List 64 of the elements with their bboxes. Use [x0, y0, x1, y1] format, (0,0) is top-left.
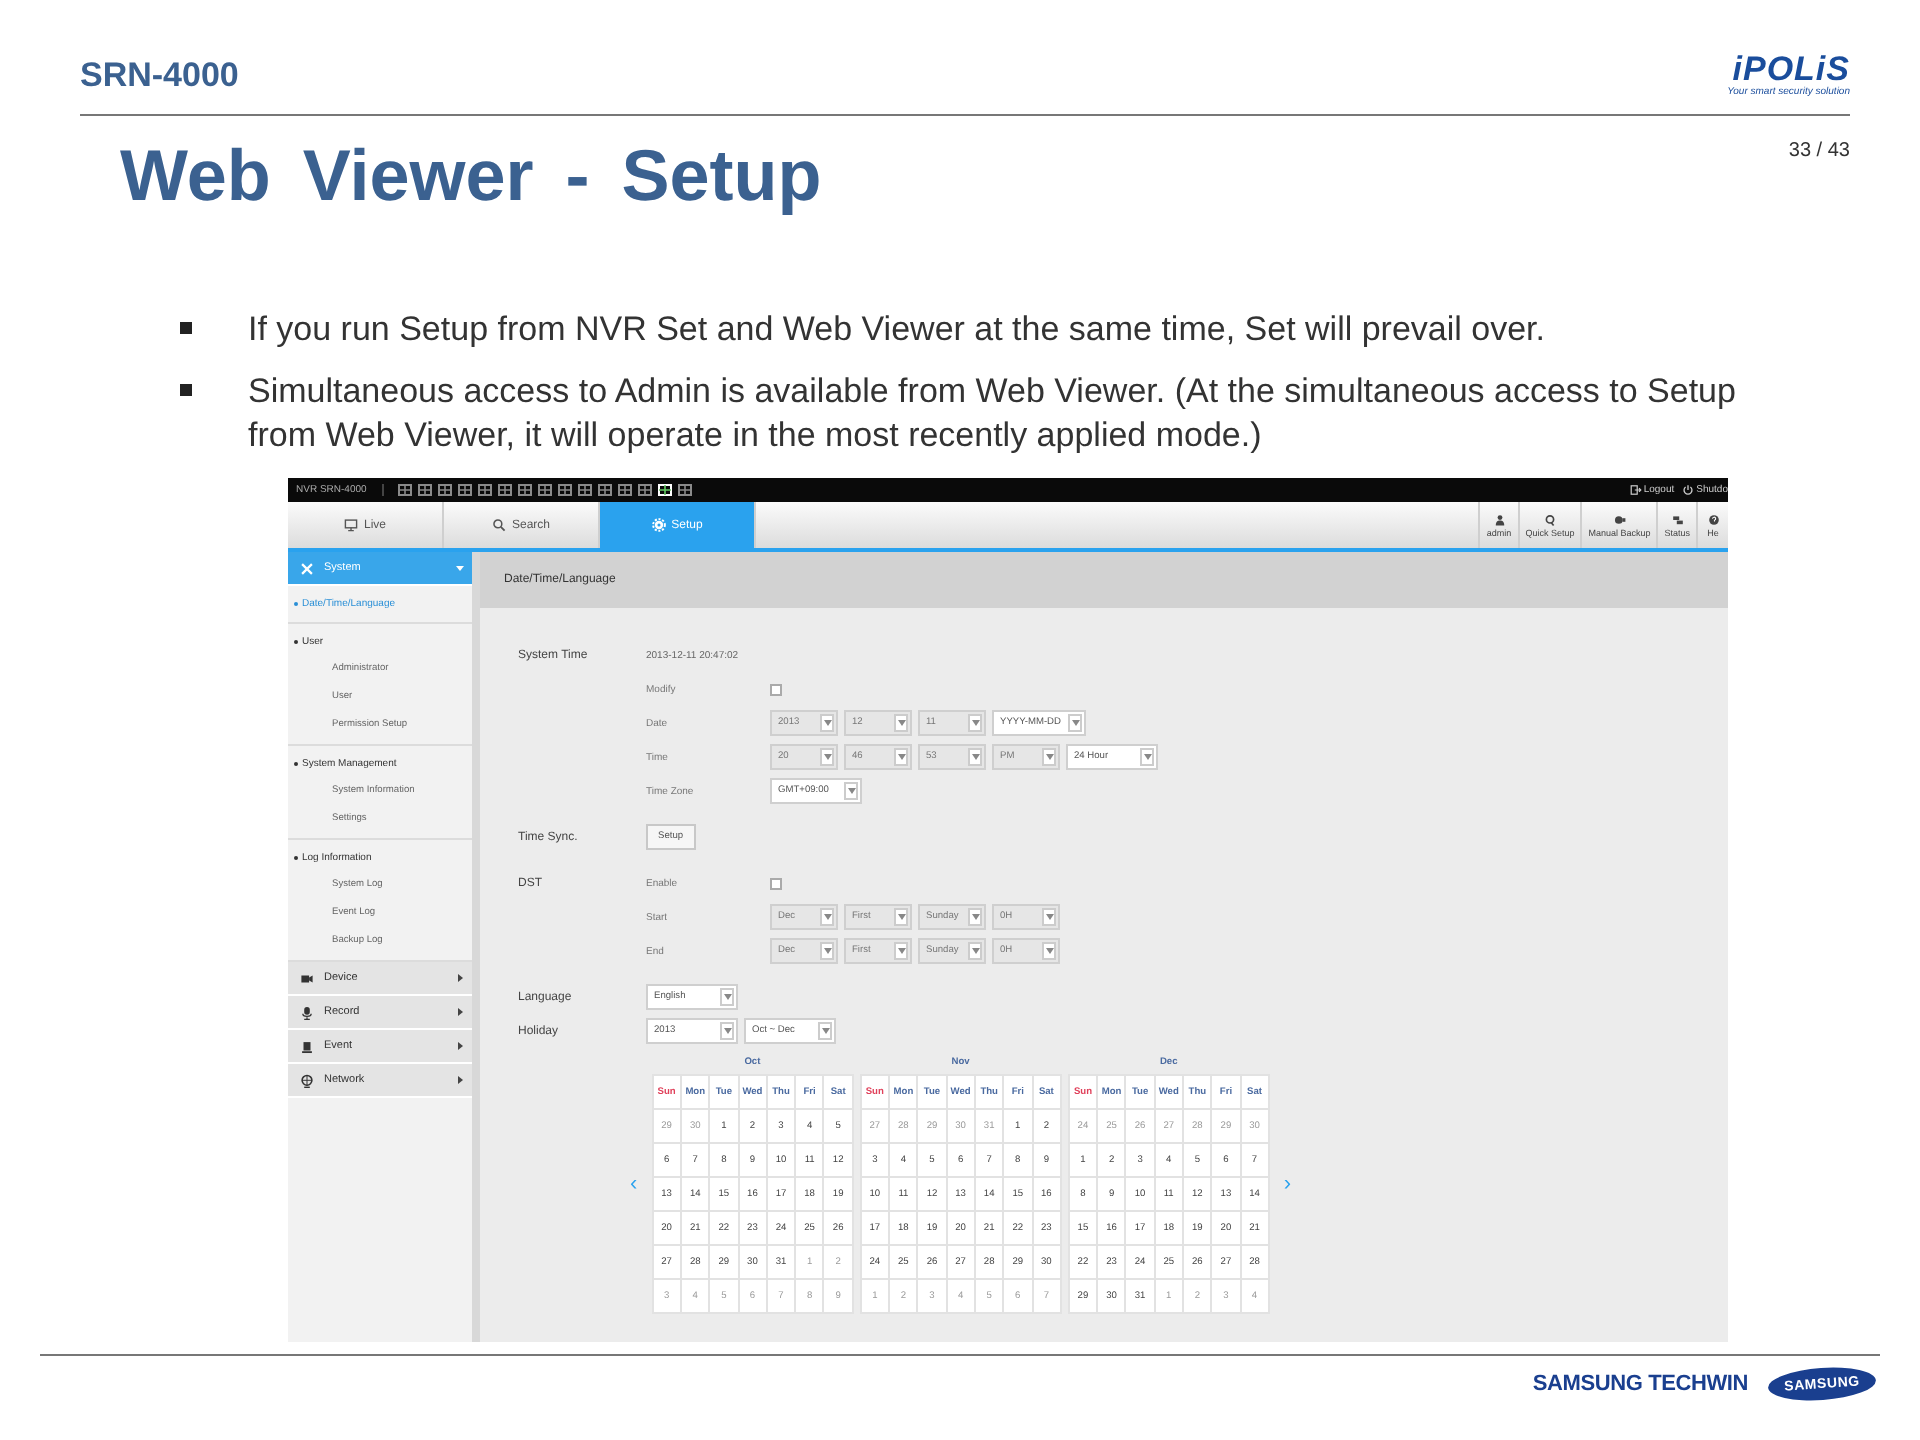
- caret-icon: [971, 720, 979, 726]
- tools-icon: [300, 561, 314, 575]
- screen-layout-icon[interactable]: [398, 484, 413, 496]
- person-icon: [1493, 513, 1506, 525]
- screen-layout-icon[interactable]: [438, 484, 453, 496]
- caret-icon: [823, 754, 831, 760]
- checkbox[interactable]: [770, 683, 782, 695]
- caret-icon: [823, 948, 831, 954]
- caret-icon: [456, 564, 464, 572]
- screen-layout-icon[interactable]: [578, 484, 593, 496]
- screen-layout-icon[interactable]: [638, 484, 653, 496]
- magnifier-icon: [1543, 513, 1556, 525]
- model-name: SRN-4000: [80, 56, 239, 98]
- caret-icon: [897, 948, 905, 954]
- caret-icon: [723, 1028, 731, 1034]
- caret-icon: [821, 1028, 829, 1034]
- settings-icon: [651, 518, 666, 532]
- help-icon: [1707, 513, 1719, 525]
- caret-icon: [971, 948, 979, 954]
- caret-icon: [1045, 914, 1053, 920]
- caret-icon: [1045, 948, 1053, 954]
- caret-icon: [823, 720, 831, 726]
- caret-icon: [456, 1008, 464, 1016]
- logout-icon: [1629, 484, 1642, 496]
- screen-layout-icon[interactable]: [418, 484, 433, 496]
- company-name: SAMSUNG TECHWIN: [1532, 1372, 1748, 1396]
- bullet-icon: [180, 384, 192, 396]
- page-number: 33 / 43: [1788, 140, 1850, 166]
- caret-icon: [723, 994, 731, 1000]
- screen-layout-icon[interactable]: [558, 484, 573, 496]
- caret-icon: [823, 914, 831, 920]
- screen-layout-icon[interactable]: [458, 484, 473, 496]
- caret-icon: [897, 720, 905, 726]
- screen-layout-icon[interactable]: [618, 484, 633, 496]
- screen-layout-icon[interactable]: [518, 484, 533, 496]
- bullet-text: Simultaneous access to Admin is available from Web Viewer. (At the simultaneous access to Setup from Web Viewer, it will operate in the most recently applied mode.): [248, 370, 1738, 458]
- brand-logo: iPOLiS: [1732, 54, 1850, 86]
- microphone-icon: [300, 1005, 314, 1019]
- screen-layout-icon[interactable]: [678, 484, 693, 496]
- monitor-icon: [343, 518, 358, 532]
- checkbox[interactable]: [770, 877, 782, 889]
- caret-icon: [456, 974, 464, 982]
- caret-icon: [1045, 754, 1053, 760]
- power-icon: [1682, 484, 1695, 496]
- caret-icon: [456, 1076, 464, 1084]
- caret-icon: [847, 788, 855, 794]
- screen-layout-icon[interactable]: [598, 484, 613, 496]
- caret-icon: [897, 754, 905, 760]
- camera-icon: [300, 971, 314, 985]
- screen-layout-icon[interactable]: [478, 484, 493, 496]
- slide-title: Web Viewer - Setup: [120, 134, 822, 220]
- screen-layout-icon[interactable]: [538, 484, 553, 496]
- caret-icon: [1071, 720, 1080, 726]
- screen-layout-icon[interactable]: [498, 484, 513, 496]
- caret-icon: [971, 754, 979, 760]
- caret-icon: [456, 1042, 464, 1050]
- caret-icon: [971, 914, 979, 920]
- bullet-icon: [180, 322, 192, 334]
- search-icon: [491, 518, 506, 532]
- screen-layout-icon[interactable]: [658, 484, 673, 496]
- caret-icon: [1143, 754, 1151, 760]
- caret-icon: [897, 914, 905, 920]
- bullet-text: If you run Setup from NVR Set and Web Viewer at the same time, Set will prevail over.: [248, 308, 1547, 352]
- globe-icon: [300, 1073, 314, 1087]
